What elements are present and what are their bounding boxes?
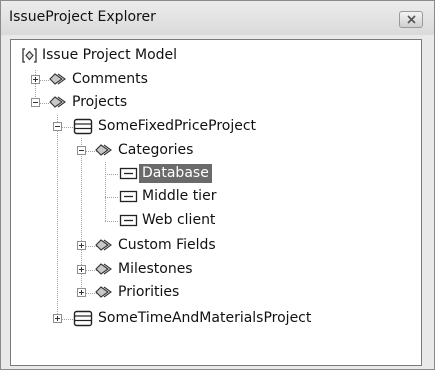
- diamond-folder-icon: [95, 286, 112, 298]
- title-bar: IssueProject Explorer: [1, 1, 434, 35]
- tree-label-custom-fields[interactable]: Custom Fields: [115, 236, 219, 255]
- tree-label-project-time-materials[interactable]: SomeTimeAndMaterialsProject: [95, 309, 314, 328]
- item-icon: [119, 214, 138, 227]
- diamond-folder-icon: [49, 73, 66, 85]
- tree-label-category-web-client[interactable]: Web client: [139, 211, 218, 230]
- diamond-folder-icon: [95, 263, 112, 275]
- item-icon: [119, 167, 138, 180]
- diamond-folder-icon: [95, 239, 112, 251]
- collapse-project-fixed-price-button[interactable]: [53, 122, 62, 131]
- minus-box-icon: [33, 102, 38, 103]
- diamond-folder-icon: [49, 96, 66, 108]
- expand-project-time-materials-button[interactable]: [53, 314, 62, 323]
- plus-box-icon: [55, 316, 60, 321]
- expand-priorities-button[interactable]: [77, 288, 86, 297]
- plus-box-icon: [79, 290, 84, 295]
- tree-label-root[interactable]: Issue Project Model: [39, 46, 180, 65]
- tree-label-projects[interactable]: Projects: [69, 93, 130, 112]
- window-title: IssueProject Explorer: [9, 9, 156, 25]
- collapse-categories-button[interactable]: [77, 146, 86, 155]
- tree-view[interactable]: Issue Project Model Comments Projects So…: [10, 39, 422, 366]
- minus-box-icon: [79, 150, 84, 151]
- diamond-folder-icon: [95, 144, 112, 156]
- model-bracket-icon: [22, 48, 37, 63]
- expand-milestones-button[interactable]: [77, 265, 86, 274]
- tree-label-category-middle-tier[interactable]: Middle tier: [139, 187, 219, 206]
- expand-custom-fields-button[interactable]: [77, 241, 86, 250]
- tree-label-priorities[interactable]: Priorities: [115, 283, 182, 302]
- minus-box-icon: [55, 126, 60, 127]
- plus-box-icon: [33, 77, 38, 82]
- tree-label-milestones[interactable]: Milestones: [115, 260, 196, 279]
- explorer-window: IssueProject Explorer Issue Project Mode…: [0, 0, 435, 370]
- close-icon: [407, 15, 416, 24]
- collapse-projects-button[interactable]: [31, 98, 40, 107]
- expand-comments-button[interactable]: [31, 75, 40, 84]
- tree-label-categories[interactable]: Categories: [115, 141, 196, 160]
- project-list-icon: [73, 310, 93, 327]
- plus-box-icon: [79, 243, 84, 248]
- project-list-icon: [73, 118, 93, 135]
- close-button[interactable]: [399, 11, 423, 28]
- tree-label-category-database[interactable]: Database: [139, 164, 212, 183]
- plus-box-icon: [79, 267, 84, 272]
- item-icon: [119, 190, 138, 203]
- tree-label-project-fixed-price[interactable]: SomeFixedPriceProject: [95, 117, 259, 136]
- tree-label-comments[interactable]: Comments: [69, 70, 151, 89]
